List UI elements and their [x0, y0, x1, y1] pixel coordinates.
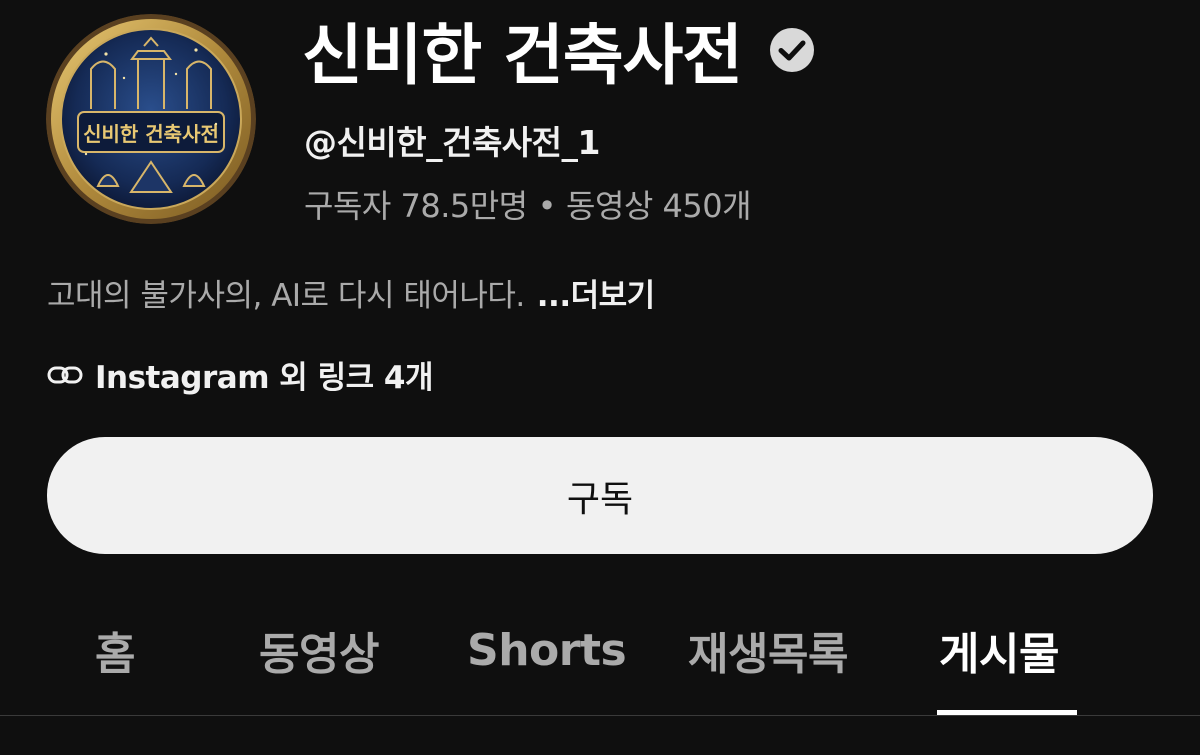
channel-description[interactable]: 고대의 불가사의, AI로 다시 태어나다. ...더보기	[47, 270, 655, 315]
tab-videos[interactable]: 동영상	[259, 600, 379, 700]
tab-home[interactable]: 홈	[95, 600, 135, 700]
subscriber-count: 구독자 78.5만명	[304, 187, 528, 225]
channel-name-row: 신비한 건축사전	[302, 6, 816, 94]
avatar-text: 신비한 건축사전	[83, 122, 219, 146]
description-text: 고대의 불가사의, AI로 다시 태어나다.	[47, 278, 525, 314]
tabs-divider	[0, 715, 1200, 716]
avatar-emblem: 신비한 건축사전	[46, 14, 256, 224]
links-label: Instagram 외 링크 4개	[95, 360, 434, 396]
tab-posts[interactable]: 게시물	[939, 600, 1059, 700]
subscribe-button[interactable]: 구독	[47, 437, 1153, 554]
tab-shorts[interactable]: Shorts	[467, 600, 627, 700]
channel-tabs: 홈 동영상 Shorts 재생목록 게시물	[0, 600, 1200, 716]
channel-handle: @신비한_건축사전_1	[304, 123, 600, 162]
link-icon	[47, 366, 83, 383]
channel-links[interactable]: Instagram 외 링크 4개	[47, 352, 434, 397]
more-link[interactable]: ...더보기	[537, 278, 655, 314]
channel-stats: 구독자 78.5만명 • 동영상 450개	[304, 181, 752, 227]
channel-name: 신비한 건축사전	[302, 17, 743, 94]
tab-playlists[interactable]: 재생목록	[688, 600, 848, 700]
channel-avatar[interactable]: 신비한 건축사전	[46, 14, 256, 224]
verified-check-icon	[768, 26, 816, 74]
video-count: 동영상 450개	[566, 187, 752, 225]
stats-separator: •	[537, 187, 557, 225]
